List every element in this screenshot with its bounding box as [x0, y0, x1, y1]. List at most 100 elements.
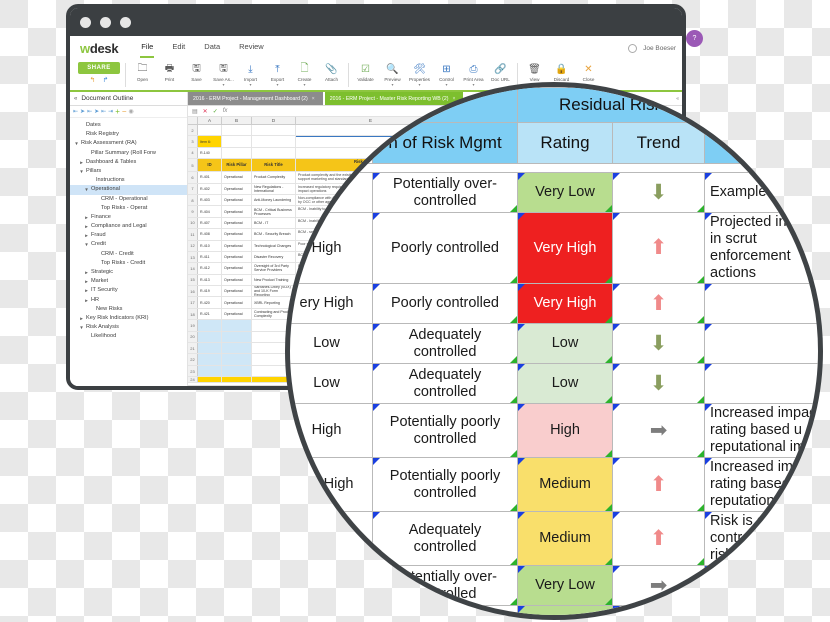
grid-cell[interactable]: Operational [222, 218, 252, 228]
cell-explanation[interactable]: Risk is adequately controlled residual r… [705, 512, 824, 566]
outline-item-hr[interactable]: ►HR [70, 296, 187, 305]
grid-cell[interactable] [198, 332, 222, 342]
cell-inherent-level[interactable]: High [285, 213, 373, 284]
ribbon-button-validate[interactable]: ☑Validate [352, 62, 379, 87]
cell-residual-rating[interactable]: Very High [518, 213, 613, 284]
row-header[interactable]: 8 [188, 195, 198, 205]
outline-item-compliance-and-legal[interactable]: ►Compliance and Legal [70, 222, 187, 231]
cell-explanation[interactable] [705, 566, 824, 606]
cell-residual-rating[interactable]: Very Low [518, 606, 613, 621]
cell-residual-rating[interactable]: Very Low [518, 173, 613, 213]
ribbon-button-open[interactable]: 🗀Open [129, 62, 156, 87]
cell-residual-rating[interactable]: Medium [518, 458, 613, 512]
grid-cell[interactable] [222, 354, 252, 364]
row-header[interactable]: 9 [188, 206, 198, 216]
grid-cell[interactable]: R-403 [198, 195, 222, 205]
cell-residual-trend[interactable]: ⬆ [613, 284, 705, 324]
cell-explanation[interactable]: Example [705, 173, 824, 213]
cell-residual-rating[interactable]: High [518, 404, 613, 458]
table-row[interactable]: Potentially over-controlledVery Low➡ [285, 606, 823, 621]
chevron-down-icon[interactable]: ▾ [418, 83, 420, 86]
cell-residual-rating[interactable]: Very Low [518, 566, 613, 606]
ribbon-button-create[interactable]: 🗋Create▾ [291, 62, 318, 87]
cell-risk-mgmt-evaluation[interactable]: Potentially over-controlled [373, 173, 518, 213]
outline-item-crm-credit[interactable]: CRM - Credit [70, 250, 187, 259]
row-header[interactable]: 12 [188, 241, 198, 251]
grid-cell[interactable]: R-401 [198, 172, 222, 182]
grid-cell[interactable]: Operational [222, 184, 252, 194]
grid-cell[interactable] [222, 320, 252, 330]
row-header[interactable]: 15 [188, 275, 198, 285]
ribbon-button-doc-url[interactable]: 🔗Doc URL [487, 62, 514, 87]
row-header[interactable]: 17 [188, 297, 198, 307]
cell-residual-trend[interactable]: ➡ [613, 606, 705, 621]
chevron-right-icon[interactable]: ► [84, 286, 89, 295]
outline-item-pillars[interactable]: ▼Pillars [70, 167, 187, 176]
menu-review[interactable]: Review [238, 38, 265, 58]
chevron-down-icon[interactable]: ▾ [222, 83, 224, 86]
grid-cell[interactable]: R-421 [198, 309, 222, 319]
grid-cell[interactable] [198, 125, 222, 135]
cell-residual-rating[interactable]: Low [518, 364, 613, 404]
table-row[interactable]: LowAdequately controlledLow⬇ [285, 324, 823, 364]
outline-item-fraud[interactable]: ►Fraud [70, 231, 187, 240]
grid-cell[interactable]: R-410 [198, 241, 222, 251]
grid-cell[interactable]: R-402 [198, 184, 222, 194]
row-header[interactable]: 5 [188, 159, 198, 171]
grid-cell[interactable] [222, 332, 252, 342]
cell-inherent-level[interactable] [285, 566, 373, 606]
function-icon[interactable]: fx [223, 108, 228, 114]
grid-cell[interactable]: Item 6: [198, 136, 222, 146]
collapse-outline-icon[interactable]: « [74, 96, 77, 102]
row-header[interactable]: 22 [188, 354, 198, 364]
table-row[interactable]: Potentially over-controlledVery Low⬇Exam… [285, 173, 823, 213]
edit-mode-icon[interactable] [628, 44, 637, 53]
cell-risk-mgmt-evaluation[interactable]: Poorly controlled [373, 284, 518, 324]
promote-icon[interactable]: ⇤ [101, 108, 106, 115]
outline-item-dashboard-tables[interactable]: ►Dashboard & Tables [70, 158, 187, 167]
grid-cell[interactable]: Operational [222, 241, 252, 251]
grid-cell[interactable] [198, 354, 222, 364]
row-header[interactable]: 14 [188, 263, 198, 273]
grid-cell[interactable]: Operational [222, 263, 252, 273]
row-header[interactable]: 23 [188, 366, 198, 376]
confirm-edit-icon[interactable]: ✓ [213, 108, 218, 115]
document-outline-header[interactable]: « Document Outline [70, 92, 188, 105]
cell-risk-mgmt-evaluation[interactable]: Adequately controlled [373, 324, 518, 364]
grid-cell[interactable]: R-407 [198, 218, 222, 228]
chevron-down-icon[interactable]: ▾ [249, 83, 251, 86]
table-row[interactable]: HighPoorly controlledVery High⬆Projected… [285, 213, 823, 284]
cell-risk-mgmt-evaluation[interactable]: Potentially over-controlled [373, 606, 518, 621]
grid-cell[interactable] [198, 343, 222, 353]
grid-cell[interactable] [198, 366, 222, 376]
row-header[interactable]: 21 [188, 343, 198, 353]
cell-explanation[interactable]: Increased impact rating based reputation… [705, 458, 824, 512]
cell-inherent-level[interactable]: ery High [285, 458, 373, 512]
table-row[interactable]: ery HighPotentially poorly controlledMed… [285, 458, 823, 512]
grid-cell[interactable]: R-419 [198, 286, 222, 296]
row-header[interactable]: 20 [188, 332, 198, 342]
chevron-down-icon[interactable]: ▼ [79, 323, 84, 332]
cell-residual-trend[interactable]: ➡ [613, 566, 705, 606]
outline-item-risk-analysis[interactable]: ▼Risk Analysis [70, 323, 187, 332]
grid-cell[interactable]: R-420 [198, 297, 222, 307]
add-section-icon[interactable]: + [115, 107, 120, 116]
row-header[interactable]: 19 [188, 320, 198, 330]
indent-left-icon[interactable]: ⇤ [73, 108, 78, 115]
chevron-down-icon[interactable]: ▼ [84, 185, 89, 194]
grid-cell[interactable] [198, 320, 222, 330]
cancel-edit-icon[interactable]: ✕ [203, 108, 208, 115]
chevron-right-icon[interactable]: ► [84, 222, 89, 231]
cell-residual-trend[interactable]: ⬆ [613, 458, 705, 512]
outline-item-market[interactable]: ►Market [70, 277, 187, 286]
table-row[interactable]: ery HighPoorly controlledVery High⬆ [285, 284, 823, 324]
cell-explanation[interactable]: Projected increase in scrut enforcement … [705, 213, 824, 284]
grid-cell[interactable]: Operational [222, 297, 252, 307]
row-header[interactable]: 18 [188, 309, 198, 319]
chevron-down-icon[interactable]: ▾ [276, 83, 278, 86]
outline-item-top-risks-credit[interactable]: Top Risks - Credit [70, 259, 187, 268]
row-header[interactable]: 16 [188, 286, 198, 296]
chevron-right-icon[interactable]: ► [84, 231, 89, 240]
redo-icon[interactable]: ↱ [103, 76, 109, 84]
ribbon-button-control[interactable]: ⊞Control▾ [433, 62, 460, 87]
